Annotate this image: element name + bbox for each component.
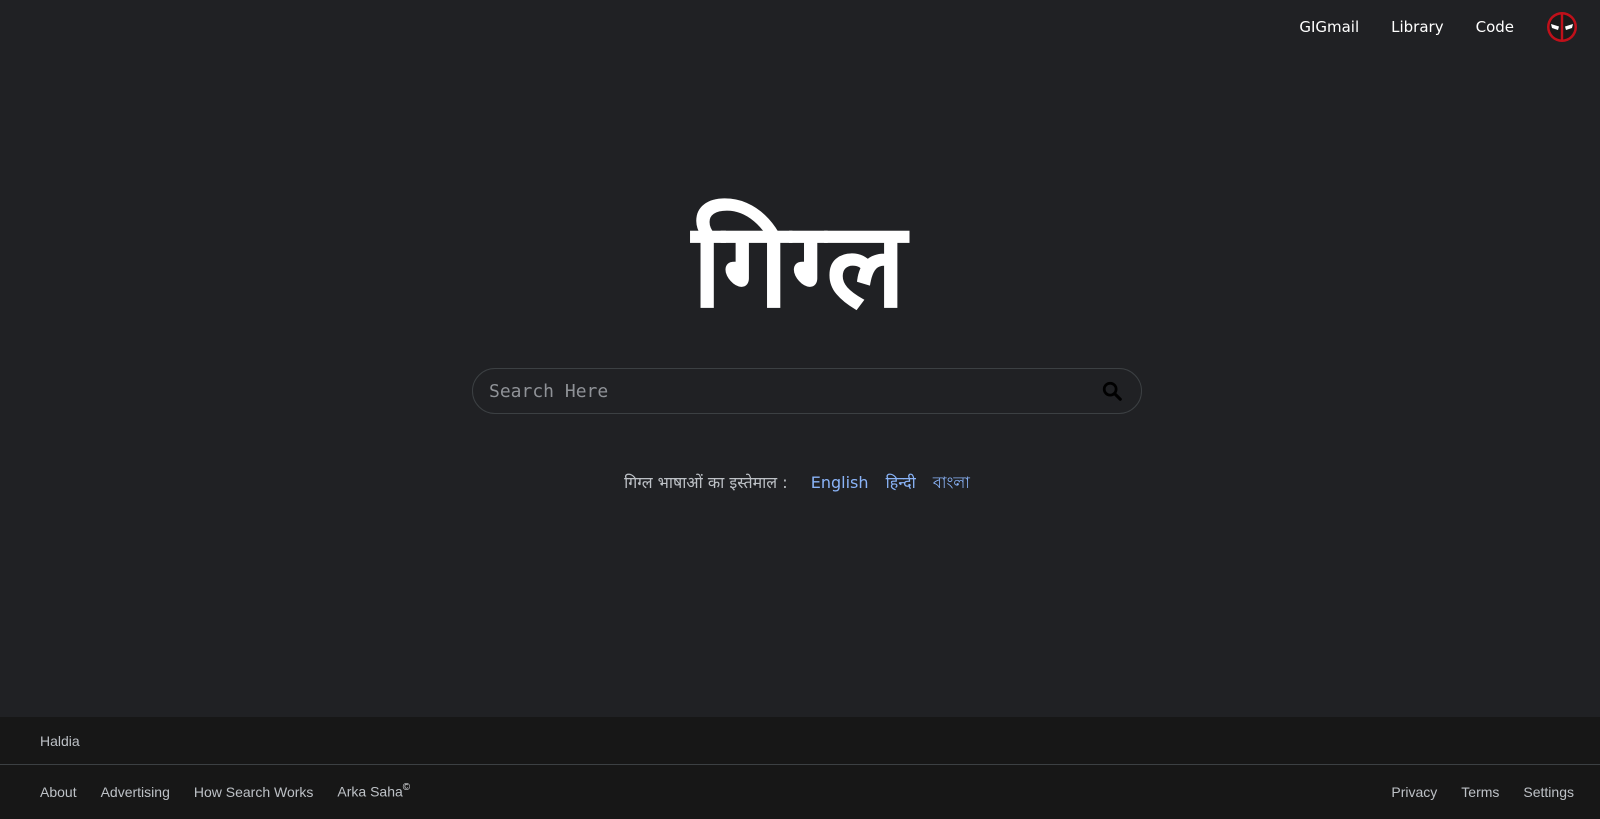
language-lead-text: गिग्ल भाषाओं का इस्तेमाल : xyxy=(624,473,788,492)
search-box xyxy=(472,368,1142,414)
top-navigation: GIGmail Library Code xyxy=(1267,0,1600,54)
nav-link-library[interactable]: Library xyxy=(1391,19,1443,35)
page: GIGmail Library Code गिग्ल गिग्ल भाषाओं … xyxy=(0,0,1600,819)
nav-link-code[interactable]: Code xyxy=(1476,19,1514,35)
search-button[interactable] xyxy=(1097,376,1127,406)
language-option-bengali[interactable]: বাংলা xyxy=(933,473,970,492)
language-option-hindi[interactable]: हिन्दी xyxy=(886,473,916,492)
footer-right-links: Privacy Terms Settings xyxy=(1367,784,1574,800)
footer-left-links: About Advertising How Search Works Arka … xyxy=(40,782,410,801)
nav-link-gigmail[interactable]: GIGmail xyxy=(1299,19,1359,35)
footer-link-advertising[interactable]: Advertising xyxy=(101,784,170,800)
footer-link-terms[interactable]: Terms xyxy=(1461,784,1499,800)
language-selector: गिग्ल भाषाओं का इस्तेमाल : English हिन्द… xyxy=(0,470,1600,497)
footer-author: Arka Saha© xyxy=(337,782,410,801)
logo-wordmark: गिग्ल xyxy=(691,196,909,334)
footer-location-bar: Haldia xyxy=(0,717,1600,765)
footer-link-settings[interactable]: Settings xyxy=(1523,784,1574,800)
search-icon xyxy=(1102,381,1122,401)
copyright-mark: © xyxy=(402,782,411,794)
footer-link-privacy[interactable]: Privacy xyxy=(1391,784,1437,800)
deadpool-mask-icon[interactable] xyxy=(1546,11,1578,43)
footer-link-how-search-works[interactable]: How Search Works xyxy=(194,784,314,800)
footer-location: Haldia xyxy=(40,732,80,749)
footer-link-author[interactable]: Arka Saha xyxy=(337,784,402,800)
language-option-english[interactable]: English xyxy=(811,473,869,492)
footer-links-bar: About Advertising How Search Works Arka … xyxy=(0,765,1600,819)
search-input[interactable] xyxy=(489,369,1097,413)
footer-link-about[interactable]: About xyxy=(40,784,77,800)
